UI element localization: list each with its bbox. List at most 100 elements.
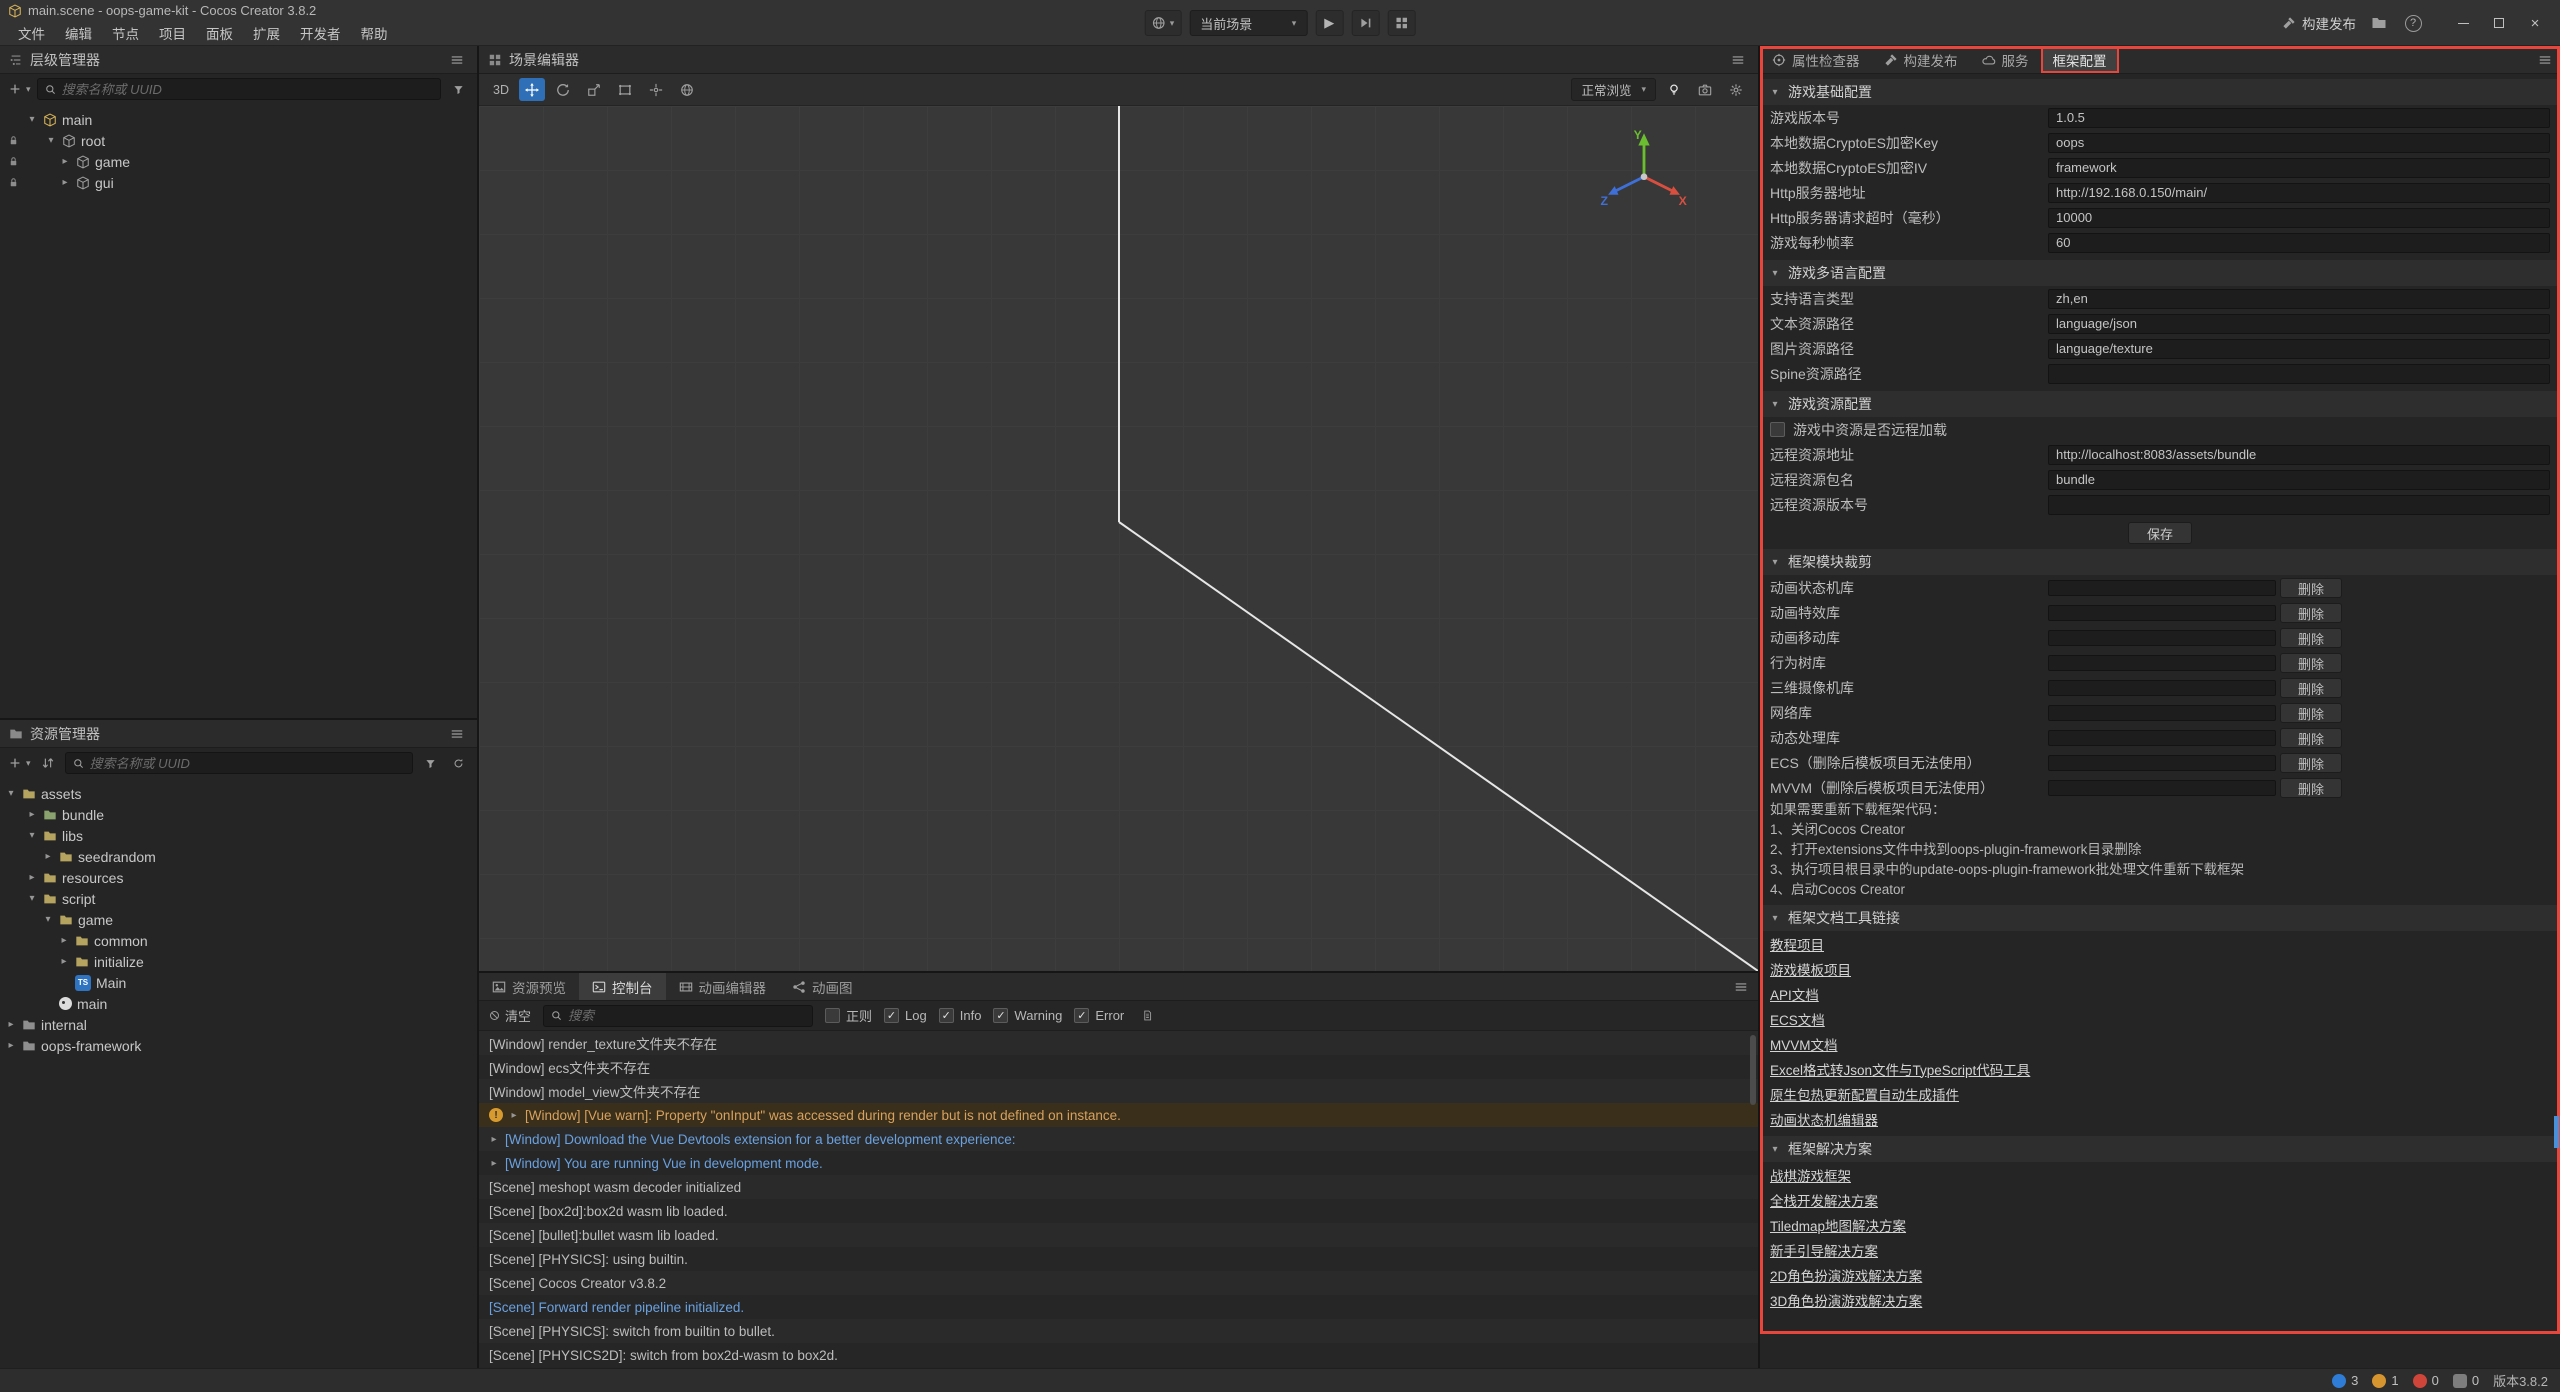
filter-warning[interactable]: Warning — [993, 1008, 1062, 1023]
preview-scene-select[interactable]: 当前场景 ▾ — [1189, 10, 1307, 36]
log-row-info[interactable]: [Scene] Forward render pipeline initiali… — [479, 1295, 1758, 1319]
delete-module-button[interactable]: 删除 — [2280, 728, 2342, 748]
inspector-menu-button[interactable] — [2534, 49, 2556, 71]
section-doc-links[interactable]: ▾ 框架文档工具链接 — [1760, 905, 2560, 931]
step-button[interactable] — [1351, 10, 1379, 36]
scene-viewport[interactable]: Y X Z — [479, 106, 1758, 971]
languages-input[interactable] — [2048, 289, 2550, 309]
delete-module-button[interactable]: 删除 — [2280, 628, 2342, 648]
asset-folder-libs[interactable]: ▾ libs — [0, 825, 477, 846]
section-game-basic[interactable]: ▾ 游戏基础配置 — [1760, 79, 2560, 105]
log-row[interactable]: [Scene] meshopt wasm decoder initialized — [479, 1175, 1758, 1199]
menu-developer[interactable]: 开发者 — [290, 23, 351, 43]
inspector-scrollbar[interactable] — [2554, 1116, 2559, 1148]
doc-link-animator-editor[interactable]: 动画状态机编辑器 — [1770, 1109, 1878, 1129]
close-button[interactable]: × — [2518, 8, 2552, 38]
scene-menu-button[interactable] — [1727, 49, 1749, 71]
lock-icon[interactable] — [8, 156, 19, 167]
crypto-key-input[interactable] — [2048, 133, 2550, 153]
menu-file[interactable]: 文件 — [8, 23, 55, 43]
doc-link-mvvm[interactable]: MVVM文档 — [1770, 1034, 1838, 1054]
move-tool-button[interactable] — [519, 78, 545, 101]
log-row[interactable]: [Scene] [box2d]:box2d wasm lib loaded. — [479, 1199, 1758, 1223]
rect-tool-button[interactable] — [612, 78, 638, 101]
doc-link-api[interactable]: API文档 — [1770, 984, 1819, 1004]
solution-link-2d-rpg[interactable]: 2D角色扮演游戏解决方案 — [1770, 1265, 1922, 1285]
view-mode-select[interactable]: 正常浏览 ▾ — [1571, 78, 1656, 101]
regex-toggle[interactable]: 正则 — [825, 1006, 872, 1025]
http-server-input[interactable] — [2048, 183, 2550, 203]
hierarchy-node-game[interactable]: ▸ game — [0, 151, 477, 172]
delete-module-button[interactable]: 删除 — [2280, 703, 2342, 723]
asset-file-main-ts[interactable]: TS Main — [0, 972, 477, 993]
hierarchy-search[interactable] — [37, 78, 441, 100]
language-texture-path-input[interactable] — [2048, 339, 2550, 359]
asset-folder-bundle[interactable]: ▸ bundle — [0, 804, 477, 825]
log-row-info[interactable]: ▸ [Window] You are running Vue in develo… — [479, 1151, 1758, 1175]
console-menu-button[interactable] — [1730, 976, 1752, 998]
expand-log-arrow-icon[interactable]: ▸ — [489, 1134, 499, 1145]
error-checkbox[interactable] — [1074, 1008, 1089, 1023]
log-count-badge[interactable]: 3 — [2332, 1373, 2358, 1388]
create-asset-button[interactable]: ▾ — [8, 752, 31, 774]
delete-module-button[interactable]: 删除 — [2280, 753, 2342, 773]
warning-count-badge[interactable]: 1 — [2372, 1373, 2398, 1388]
collapse-arrow-icon[interactable]: ▸ — [59, 177, 71, 188]
crypto-iv-input[interactable] — [2048, 158, 2550, 178]
asset-file-main-scene[interactable]: main — [0, 993, 477, 1014]
info-checkbox[interactable] — [939, 1008, 954, 1023]
doc-link-template[interactable]: 游戏模板项目 — [1770, 959, 1851, 979]
section-modules[interactable]: ▾ 框架模块裁剪 — [1760, 549, 2560, 575]
asset-db-internal[interactable]: ▸ internal — [0, 1014, 477, 1035]
hierarchy-node-main[interactable]: ▾ main — [0, 109, 477, 130]
hierarchy-node-gui[interactable]: ▸ gui — [0, 172, 477, 193]
tab-console[interactable]: 控制台 — [579, 973, 666, 1000]
log-row-info[interactable]: ▸ [Window] Download the Vue Devtools ext… — [479, 1127, 1758, 1151]
tab-asset-preview[interactable]: 资源预览 — [479, 973, 579, 1000]
log-row[interactable]: [Window] ecs文件夹不存在 — [479, 1055, 1758, 1079]
tab-animation-editor[interactable]: 动画编辑器 — [666, 973, 780, 1000]
fps-input[interactable] — [2048, 233, 2550, 253]
delete-module-button[interactable]: 删除 — [2280, 578, 2342, 598]
filter-log[interactable]: Log — [884, 1008, 927, 1023]
filter-error[interactable]: Error — [1074, 1008, 1124, 1023]
console-search[interactable] — [543, 1005, 813, 1027]
tab-build-publish[interactable]: 构建发布 — [1872, 46, 1970, 73]
solution-link-3d-rpg[interactable]: 3D角色扮演游戏解决方案 — [1770, 1290, 1922, 1310]
help-button[interactable]: ? — [2402, 12, 2424, 34]
collapse-arrow-icon[interactable]: ▸ — [58, 956, 70, 967]
assets-menu-button[interactable] — [446, 723, 468, 745]
log-row[interactable]: [Scene] [PHYSICS2D]: switch from box2d-w… — [479, 1343, 1758, 1367]
asset-folder-script[interactable]: ▾ script — [0, 888, 477, 909]
maximize-button[interactable] — [2482, 8, 2516, 38]
save-button[interactable]: 保存 — [2128, 522, 2192, 544]
asset-folder-seedrandom[interactable]: ▸ seedrandom — [0, 846, 477, 867]
delete-module-button[interactable]: 删除 — [2280, 778, 2342, 798]
collapse-arrow-icon[interactable]: ▸ — [5, 1040, 17, 1051]
doc-link-ecs[interactable]: ECS文档 — [1770, 1009, 1825, 1029]
doc-link-hotupdate-plugin[interactable]: 原生包热更新配置自动生成插件 — [1770, 1084, 1959, 1104]
console-scrollbar[interactable] — [1750, 1035, 1756, 1105]
minimize-button[interactable] — [2446, 8, 2480, 38]
rotate-tool-button[interactable] — [550, 78, 576, 101]
doc-link-tutorial[interactable]: 教程项目 — [1770, 934, 1824, 954]
console-search-input[interactable] — [568, 1008, 805, 1023]
tab-animation-graph[interactable]: 动画图 — [779, 973, 866, 1000]
log-row[interactable]: [Scene] [PHYSICS]: using builtin. — [479, 1247, 1758, 1271]
lock-icon[interactable] — [8, 135, 19, 146]
hierarchy-search-input[interactable] — [62, 82, 433, 97]
tab-service[interactable]: 服务 — [1970, 46, 2041, 73]
assets-search[interactable] — [65, 752, 413, 774]
menu-help[interactable]: 帮助 — [351, 23, 398, 43]
asset-folder-resources[interactable]: ▸ resources — [0, 867, 477, 888]
create-node-button[interactable]: ▾ — [8, 78, 31, 100]
solution-link-guide[interactable]: 新手引导解决方案 — [1770, 1240, 1878, 1260]
layout-button[interactable] — [1387, 10, 1415, 36]
regex-checkbox[interactable] — [825, 1008, 840, 1023]
collapse-arrow-icon[interactable]: ▸ — [26, 809, 38, 820]
filter-info[interactable]: Info — [939, 1008, 982, 1023]
section-resource[interactable]: ▾ 游戏资源配置 — [1760, 391, 2560, 417]
tab-framework-config[interactable]: 框架配置 — [2041, 46, 2119, 73]
menu-edit[interactable]: 编辑 — [55, 23, 102, 43]
menu-project[interactable]: 项目 — [149, 23, 196, 43]
